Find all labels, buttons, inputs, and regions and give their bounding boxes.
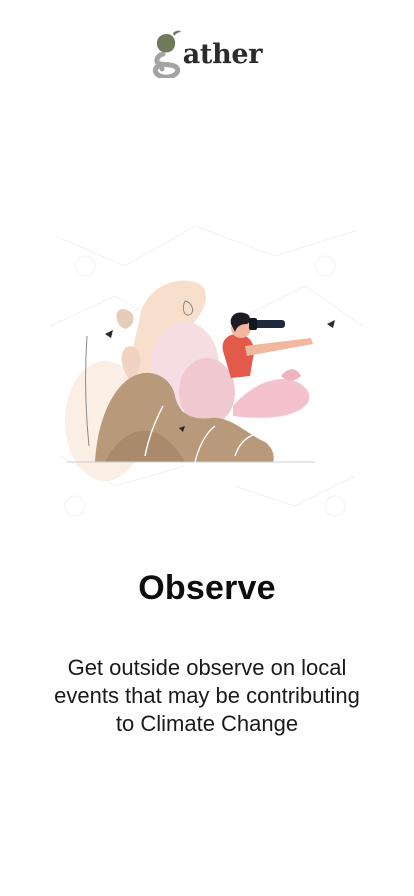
app-logo: ather xyxy=(0,26,414,78)
slide-description: Get outside observe on local events that… xyxy=(54,655,360,736)
logo-wordmark: ather xyxy=(182,39,263,70)
person-with-binoculars-illustration xyxy=(45,206,367,536)
slide-title: Observe xyxy=(138,568,276,607)
logo-g-icon xyxy=(152,30,181,78)
